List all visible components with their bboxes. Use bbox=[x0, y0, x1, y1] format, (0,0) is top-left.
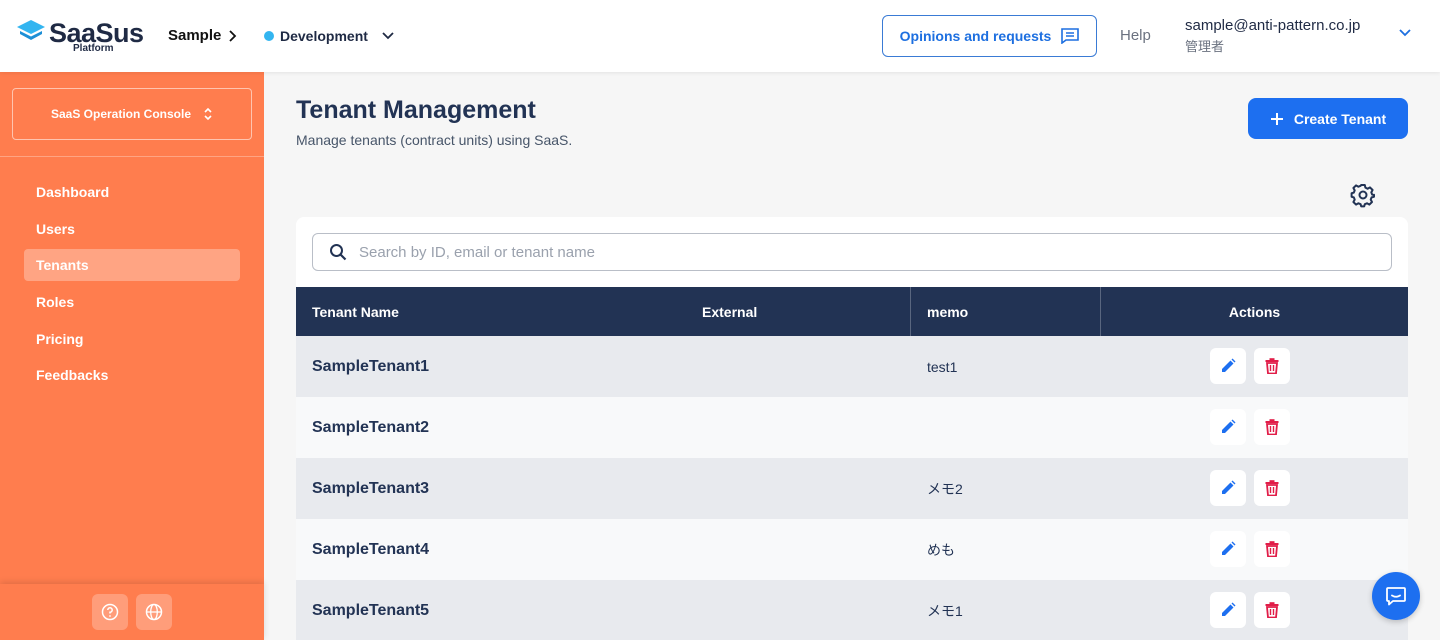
edit-icon bbox=[1222, 358, 1236, 372]
column-header-memo[interactable]: memo bbox=[927, 287, 968, 336]
user-role: 管理者 bbox=[1185, 39, 1225, 54]
sidebar-nav: Dashboard Users Tenants Roles Pricing Fe… bbox=[24, 176, 240, 396]
environment-label: Development bbox=[280, 28, 368, 44]
opinions-button-label: Opinions and requests bbox=[899, 28, 1052, 44]
search-input[interactable] bbox=[359, 243, 1339, 261]
page-subtitle: Manage tenants (contract units) using Sa… bbox=[296, 132, 573, 148]
edit-button[interactable] bbox=[1210, 348, 1246, 384]
chevron-down-icon[interactable] bbox=[1398, 28, 1412, 37]
create-tenant-button[interactable]: Create Tenant bbox=[1248, 98, 1408, 139]
tenant-name-cell[interactable]: SampleTenant4 bbox=[312, 519, 429, 580]
console-selector-label: SaaS Operation Console bbox=[50, 107, 192, 121]
tenant-name-cell[interactable]: SampleTenant3 bbox=[312, 458, 429, 519]
feedback-icon bbox=[1061, 28, 1080, 44]
sidebar-item-pricing[interactable]: Pricing bbox=[24, 323, 240, 355]
delete-button[interactable] bbox=[1254, 592, 1290, 628]
trash-icon bbox=[1265, 541, 1279, 557]
chat-icon bbox=[1386, 587, 1406, 606]
sidebar-item-roles[interactable]: Roles bbox=[24, 286, 240, 318]
memo-cell: めも bbox=[927, 541, 955, 558]
edit-button[interactable] bbox=[1210, 592, 1246, 628]
sidebar: SaaS Operation Console Dashboard Users T… bbox=[0, 72, 264, 640]
breadcrumb-label: Sample bbox=[168, 27, 222, 44]
column-header-actions: Actions bbox=[1228, 303, 1281, 320]
trash-icon bbox=[1265, 480, 1279, 496]
table-row: SampleTenant5 メモ1 bbox=[296, 580, 1408, 640]
tenant-name-cell[interactable]: SampleTenant1 bbox=[312, 336, 429, 397]
delete-button[interactable] bbox=[1254, 470, 1290, 506]
trash-icon bbox=[1265, 358, 1279, 374]
tenant-name-cell[interactable]: SampleTenant2 bbox=[312, 397, 429, 458]
page-title: Tenant Management bbox=[296, 96, 536, 124]
breadcrumb[interactable]: Sample bbox=[168, 26, 237, 46]
plus-icon bbox=[1270, 112, 1283, 125]
logo-icon bbox=[17, 20, 45, 40]
help-link[interactable]: Help bbox=[1120, 27, 1151, 45]
saasus-logo[interactable]: SaaSus Platform bbox=[16, 16, 156, 56]
search-icon bbox=[330, 244, 347, 261]
table-header: Tenant Name External memo Actions bbox=[296, 287, 1408, 336]
chevron-right-icon bbox=[229, 30, 237, 42]
tenant-name-cell[interactable]: SampleTenant5 bbox=[312, 580, 429, 640]
opinions-button[interactable]: Opinions and requests bbox=[882, 15, 1097, 57]
unfold-icon bbox=[204, 107, 212, 121]
table-row: SampleTenant2 bbox=[296, 397, 1408, 458]
table-row: SampleTenant1 test1 bbox=[296, 336, 1408, 397]
search-box[interactable] bbox=[312, 233, 1392, 271]
column-divider bbox=[910, 287, 911, 336]
sidebar-item-feedbacks[interactable]: Feedbacks bbox=[24, 359, 240, 391]
trash-icon bbox=[1265, 602, 1279, 618]
sidebar-item-users[interactable]: Users bbox=[24, 213, 240, 245]
chat-support-button[interactable] bbox=[1372, 572, 1420, 620]
delete-button[interactable] bbox=[1254, 531, 1290, 567]
memo-cell: メモ2 bbox=[927, 480, 963, 497]
delete-button[interactable] bbox=[1254, 348, 1290, 384]
edit-button[interactable] bbox=[1210, 470, 1246, 506]
edit-icon bbox=[1222, 480, 1236, 494]
environment-selector[interactable]: Development bbox=[264, 26, 394, 46]
help-icon bbox=[101, 603, 119, 621]
edit-button[interactable] bbox=[1210, 409, 1246, 445]
trash-icon bbox=[1265, 419, 1279, 435]
environment-status-dot bbox=[264, 31, 274, 41]
help-button[interactable] bbox=[92, 594, 128, 630]
table-body: SampleTenant1 test1 SampleTenant2 Sample… bbox=[296, 336, 1408, 640]
brand-sub: Platform bbox=[73, 43, 114, 54]
sidebar-footer bbox=[0, 584, 264, 640]
tenant-table-card: Tenant Name External memo Actions Sample… bbox=[296, 217, 1408, 640]
column-header-external[interactable]: External bbox=[702, 287, 757, 336]
table-row: SampleTenant3 メモ2 bbox=[296, 458, 1408, 519]
sidebar-item-tenants[interactable]: Tenants bbox=[24, 249, 240, 282]
console-selector[interactable]: SaaS Operation Console bbox=[12, 88, 252, 140]
memo-cell: test1 bbox=[927, 358, 958, 375]
top-header: SaaSus Platform Sample Development Opini… bbox=[0, 0, 1440, 72]
language-button[interactable] bbox=[136, 594, 172, 630]
table-row: SampleTenant4 めも bbox=[296, 519, 1408, 580]
user-email[interactable]: sample@anti-pattern.co.jp bbox=[1185, 16, 1360, 36]
sidebar-item-dashboard[interactable]: Dashboard bbox=[24, 176, 240, 208]
sidebar-divider bbox=[0, 156, 264, 157]
chevron-down-icon bbox=[382, 32, 394, 40]
globe-icon bbox=[145, 603, 163, 621]
delete-button[interactable] bbox=[1254, 409, 1290, 445]
memo-cell: メモ1 bbox=[927, 602, 963, 619]
edit-button[interactable] bbox=[1210, 531, 1246, 567]
gear-icon[interactable] bbox=[1350, 182, 1376, 208]
edit-icon bbox=[1222, 541, 1236, 555]
create-tenant-label: Create Tenant bbox=[1293, 110, 1387, 127]
edit-icon bbox=[1222, 602, 1236, 616]
column-header-tenant-name[interactable]: Tenant Name bbox=[312, 287, 399, 336]
edit-icon bbox=[1222, 419, 1236, 433]
